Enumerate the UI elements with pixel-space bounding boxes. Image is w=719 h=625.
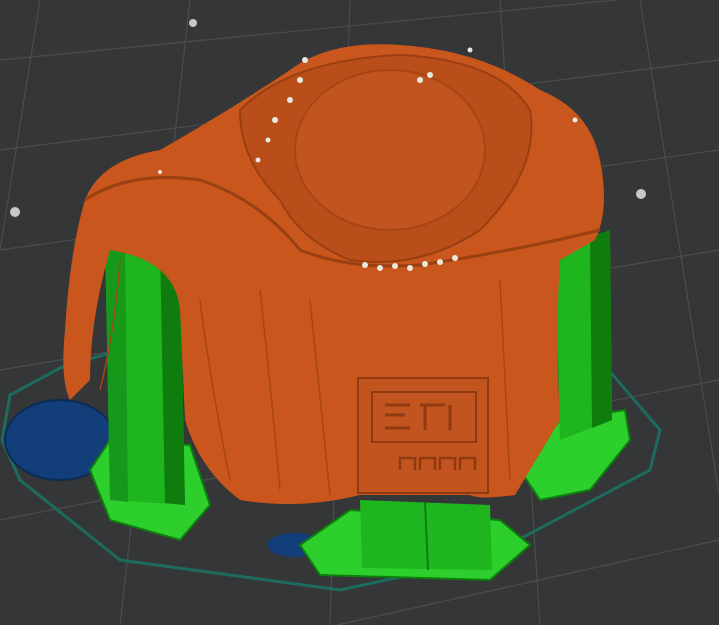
support-block-front [360,500,492,571]
3d-viewport[interactable] [0,0,719,625]
support-pillar-right [555,230,612,440]
print-preview-canvas[interactable] [0,0,719,625]
front-panel [357,377,489,494]
